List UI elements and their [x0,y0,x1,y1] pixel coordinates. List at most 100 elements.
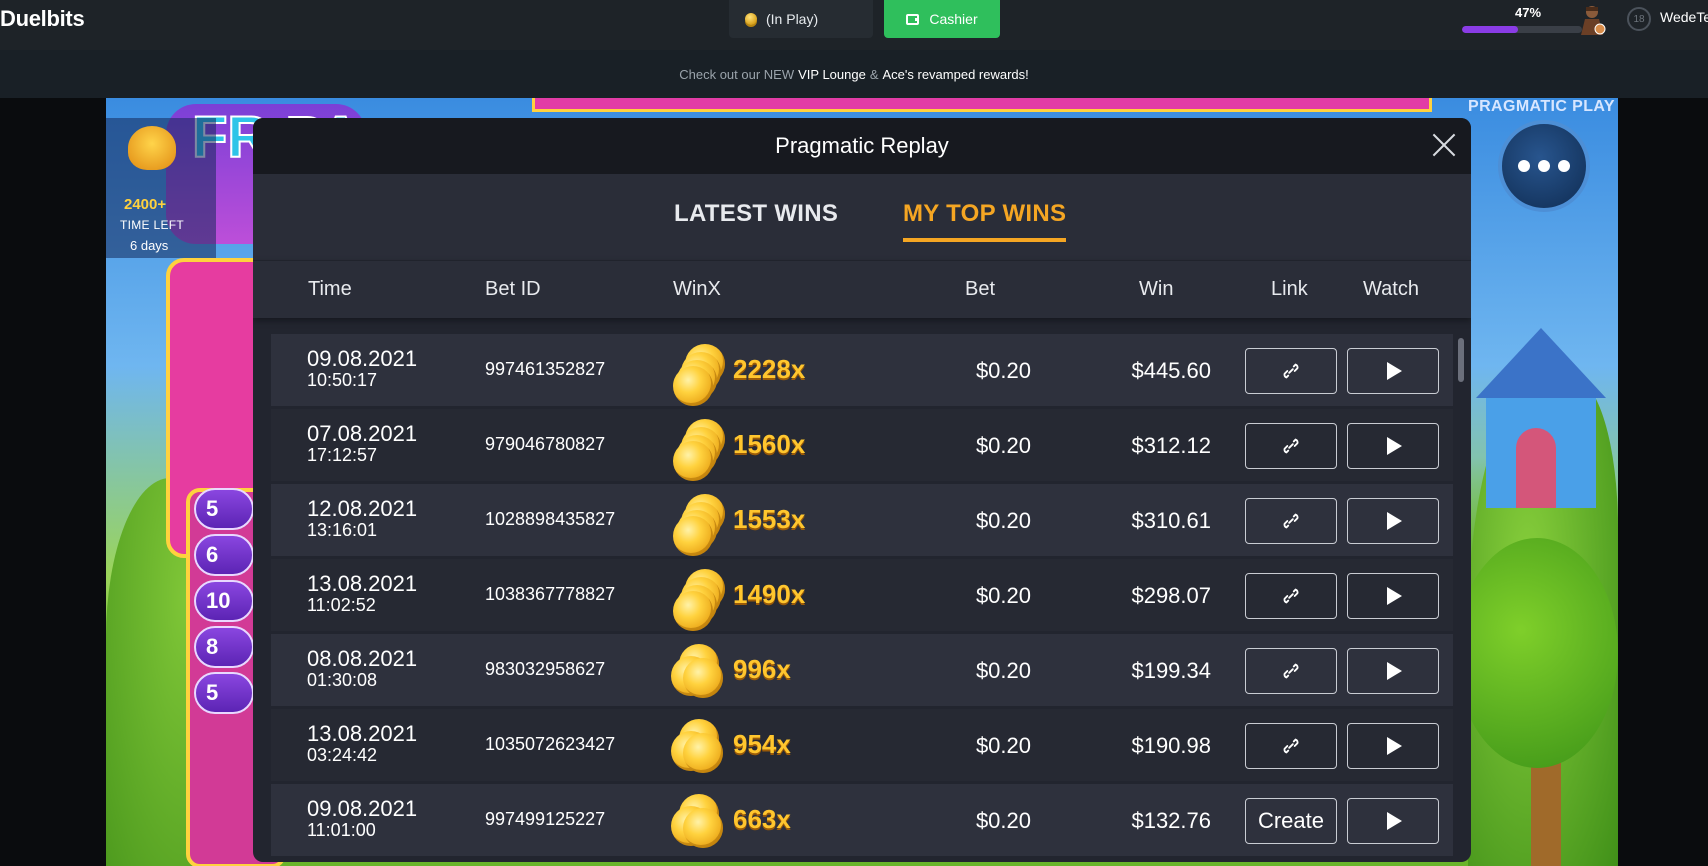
link-button[interactable] [1245,648,1337,694]
row-date: 13.08.2021 [307,721,418,746]
row-time: 01:30:08 [307,670,378,690]
create-link-button[interactable]: Create [1245,798,1337,844]
wins-table: 09.08.2021 10:50:17 997461352827 2228x $… [271,334,1453,859]
row-time: 10:50:17 [307,370,378,390]
play-icon [1387,512,1402,530]
watch-button[interactable] [1347,648,1439,694]
tab-bar: LATEST WINS MY TOP WINS [253,174,1471,260]
avatar[interactable] [1575,3,1609,37]
table-row: 09.08.2021 11:01:00 997499125227 663x $0… [271,784,1453,856]
row-date: 09.08.2021 [307,346,418,371]
coin-icon [673,516,713,556]
row-win: $445.60 [1131,358,1211,383]
link-button[interactable] [1245,423,1337,469]
row-bet: $0.20 [975,433,1031,458]
balance-selector[interactable]: (In Play) [729,0,873,38]
time-left-value: 6 days [130,238,169,253]
table-row: 12.08.2021 13:16:01 1028898435827 1553x … [271,484,1453,556]
promo-ace-link[interactable]: Ace's revamped rewards! [883,67,1029,82]
tab-my-top-wins[interactable]: MY TOP WINS [903,200,1067,242]
table-scrollbar[interactable] [1458,338,1464,858]
column-header-bet-id: Bet ID [485,278,541,300]
coin-stack-icon [671,794,727,848]
column-header-link: Link [1271,278,1308,300]
row-winx: 1490x [733,579,806,609]
watch-button[interactable] [1347,498,1439,544]
link-icon [1283,663,1299,679]
watch-button[interactable] [1347,798,1439,844]
row-date: 08.08.2021 [307,646,418,671]
link-button[interactable] [1245,573,1337,619]
table-row: 07.08.2021 17:12:57 979046780827 1560x $… [271,409,1453,481]
row-win: $312.12 [1131,433,1211,458]
username[interactable]: WedeTe [1660,9,1708,25]
row-time: 03:24:42 [307,745,378,765]
watch-button[interactable] [1347,423,1439,469]
column-header-watch: Watch [1363,278,1419,300]
coin-icon [673,591,713,631]
row-win: $310.61 [1131,508,1211,533]
link-icon [1283,513,1299,529]
watch-button[interactable] [1347,348,1439,394]
row-time: 13:16:01 [307,520,378,540]
promo-prefix: Check out our NEW [679,66,795,82]
game-tree [1456,538,1618,768]
promo-banner[interactable]: Check out our NEW VIP Lounge & Ace's rev… [0,50,1708,98]
link-button[interactable] [1245,498,1337,544]
row-win: $190.98 [1131,733,1211,758]
table-row: 09.08.2021 10:50:17 997461352827 2228x $… [271,334,1453,406]
play-icon [1387,437,1402,455]
cashier-button[interactable]: Cashier [884,0,1000,38]
row-bet-id: 1028898435827 [485,509,616,529]
coin-stack-icon [671,719,727,773]
row-time: 11:01:00 [307,820,376,840]
play-icon [1387,737,1402,755]
xp-percent: 47% [1515,5,1542,20]
coin-stack-icon [671,494,727,556]
play-icon [1387,812,1402,830]
row-bet-id: 1038367778827 [485,584,616,604]
coin-icon [745,13,757,25]
tab-latest-wins[interactable]: LATEST WINS [674,200,838,242]
link-button[interactable] [1245,723,1337,769]
column-header-win: Win [1139,278,1174,300]
row-win: $298.07 [1131,583,1211,608]
watch-button[interactable] [1347,573,1439,619]
coin-icon [673,441,713,481]
link-icon [1283,438,1299,454]
table-row: 13.08.2021 03:24:42 1035072623427 954x $… [271,709,1453,781]
coin-icon [683,808,723,848]
play-icon [1387,662,1402,680]
coin-stack-icon [671,644,727,698]
balance-label: (In Play) [766,11,819,27]
row-bet-id: 979046780827 [485,434,606,454]
time-left-label: TIME LEFT [120,218,185,232]
row-winx: 954x [733,729,791,759]
game-house [1476,328,1606,508]
tournament-widget[interactable]: 2400+ TIME LEFT 6 days [106,118,216,258]
row-bet: $0.20 [975,358,1031,383]
site-logo[interactable]: Duelbits [0,6,85,32]
row-winx: 996x [733,654,791,684]
row-win: $132.76 [1131,808,1211,833]
replay-modal: Pragmatic Replay LATEST WINS MY TOP WINS… [253,118,1471,862]
close-icon[interactable] [1427,128,1461,162]
row-winx: 2228x [733,354,806,384]
column-header-time: Time [308,278,352,300]
promo-vip-link[interactable]: VIP Lounge [798,67,866,82]
game-multiplier-chip: 10 [194,580,254,622]
coin-icon [673,366,713,406]
link-button[interactable] [1245,348,1337,394]
game-multiplier-chip: 5 [194,488,254,530]
row-bet-id: 1035072623427 [485,734,616,754]
coin-stack-icon [671,344,727,406]
row-winx: 1553x [733,504,806,534]
scrollbar-thumb[interactable] [1458,338,1464,382]
game-menu-button[interactable] [1498,120,1590,212]
age-restriction-icon: 18 [1627,7,1651,31]
watch-button[interactable] [1347,723,1439,769]
coin-stack-icon [671,419,727,481]
top-bar: Duelbits (In Play) Cashier 47% 18 WedeTe [0,0,1708,50]
row-winx: 663x [733,804,791,834]
row-date: 13.08.2021 [307,571,418,596]
